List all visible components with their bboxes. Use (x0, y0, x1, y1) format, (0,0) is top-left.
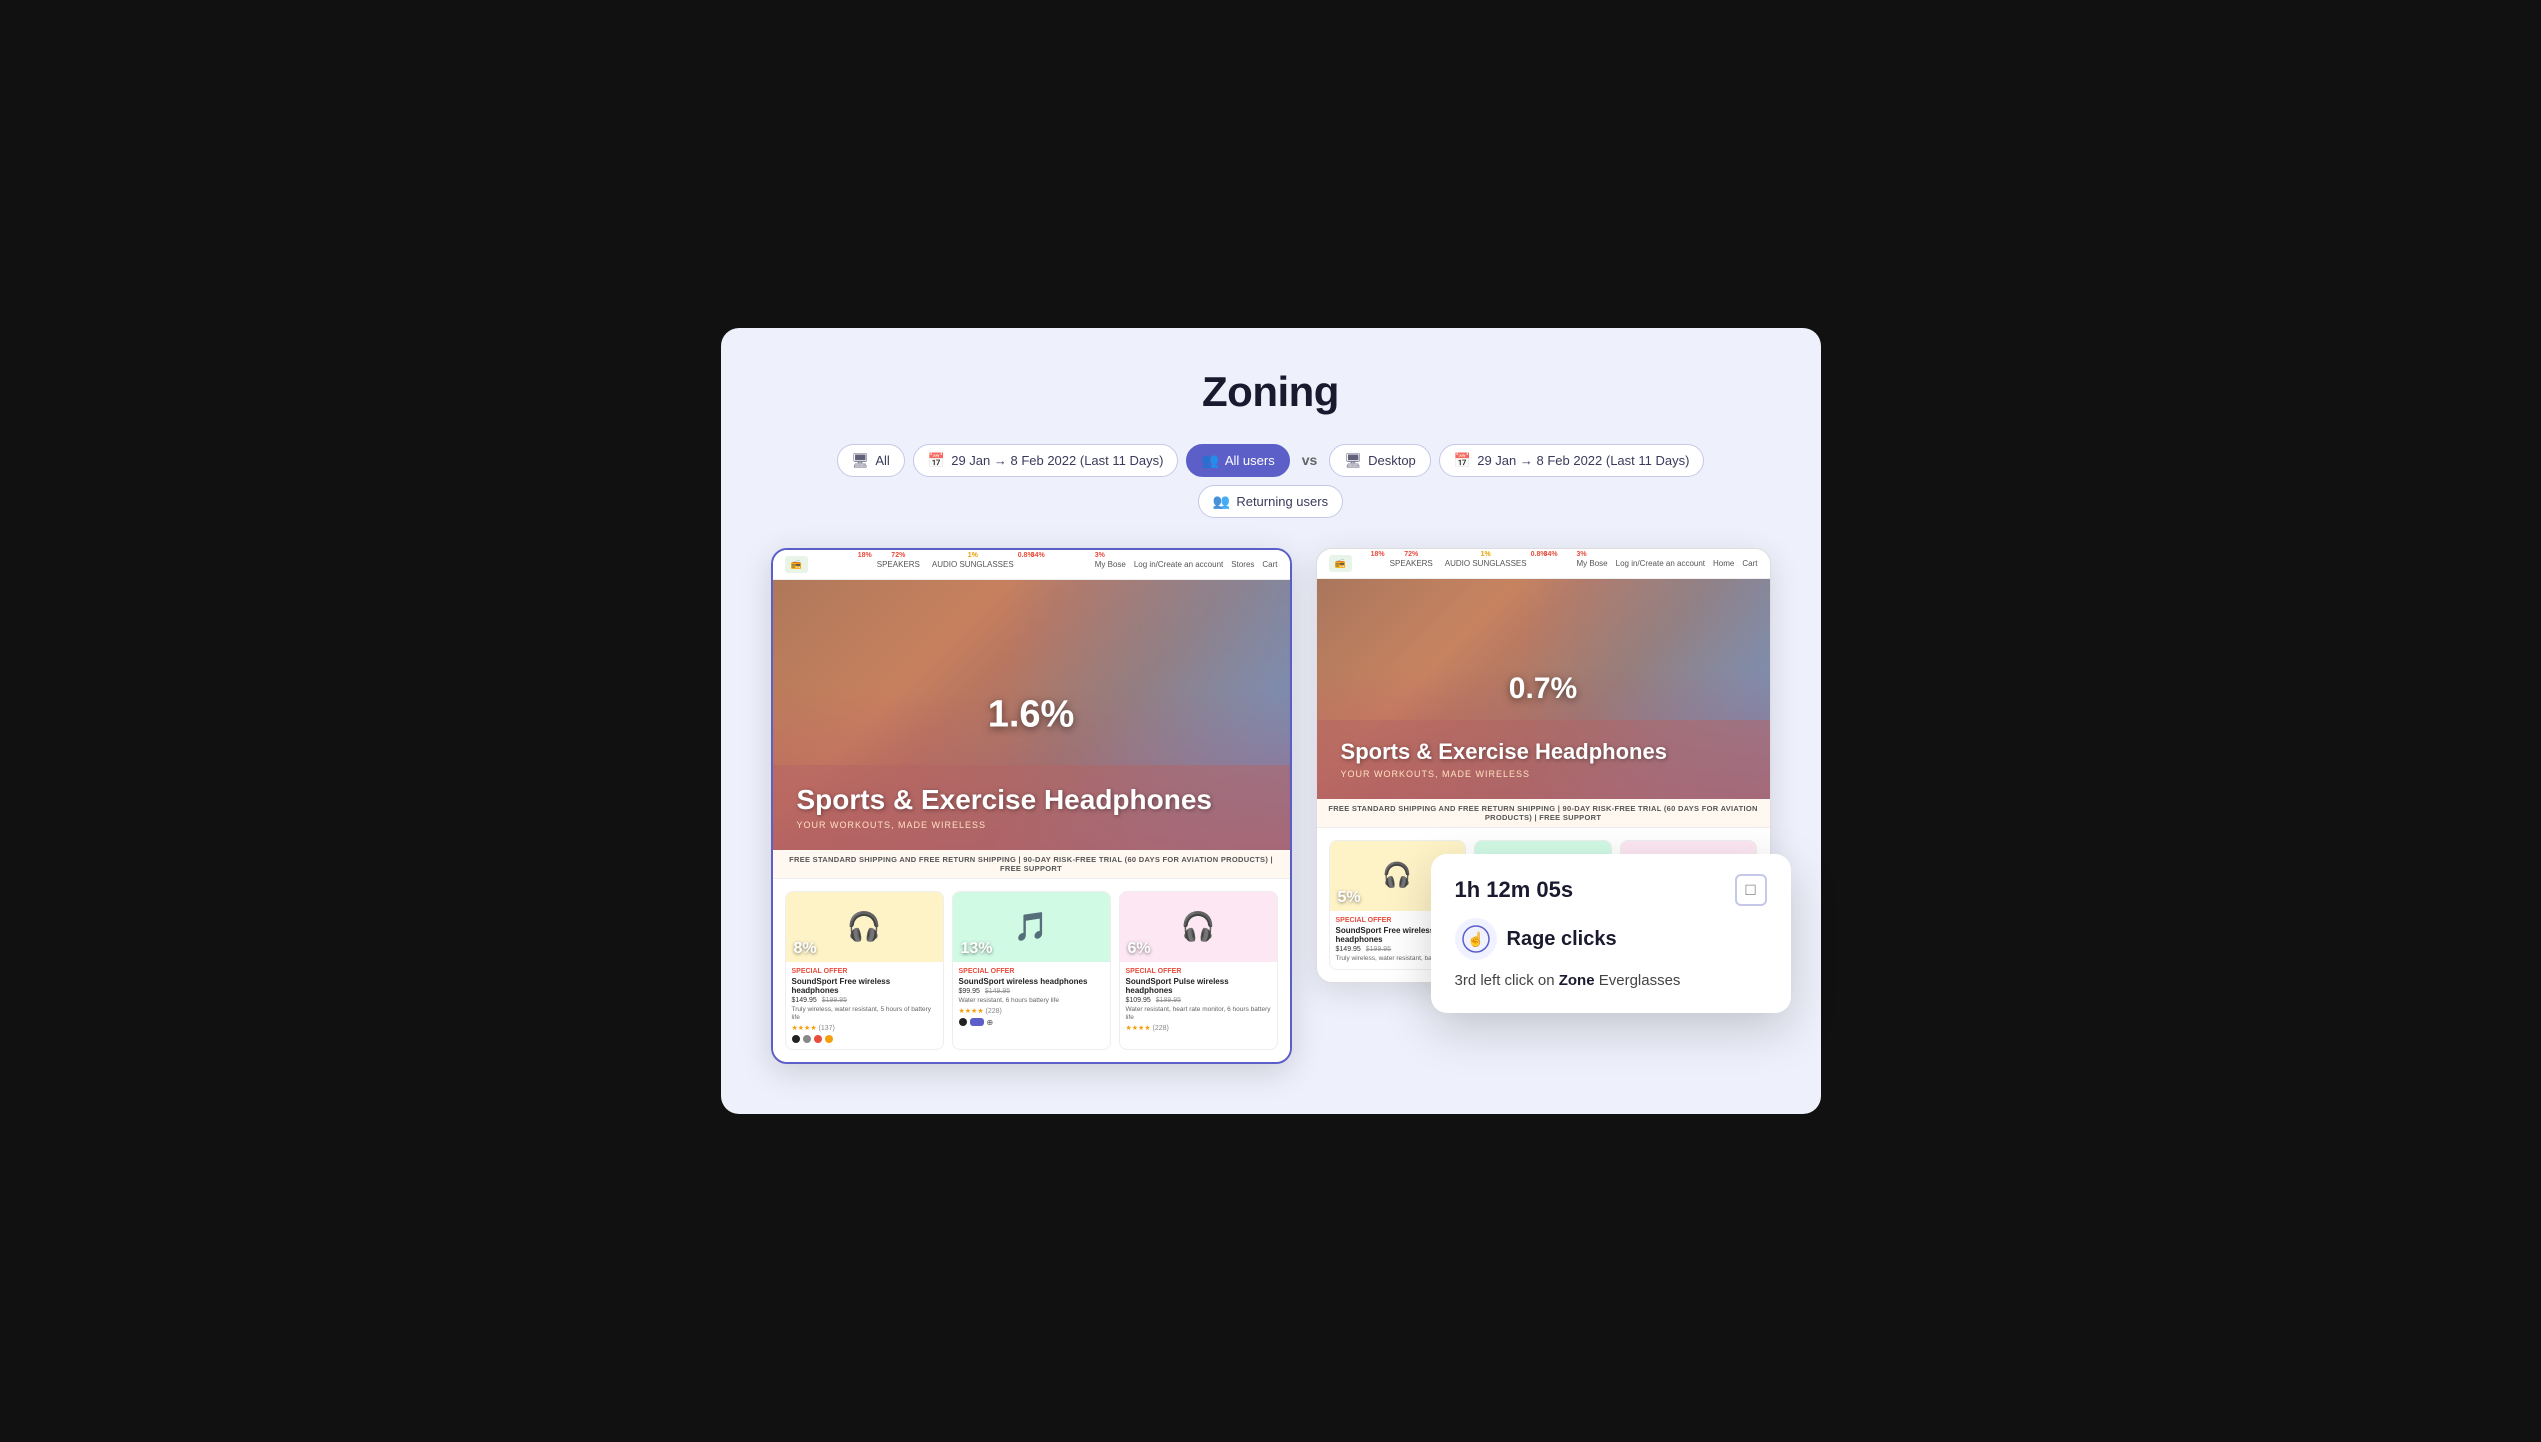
product-pct-3: 6% (1128, 940, 1151, 958)
vs-separator: vs (1298, 452, 1322, 468)
tooltip-rage-row: ☝ Rage clicks (1455, 918, 1767, 960)
tooltip-rage-title: Rage clicks (1507, 928, 1617, 951)
monitor-icon: 🖥 (852, 452, 870, 469)
site-logo-right: 📻 (1329, 555, 1352, 572)
svg-text:☝: ☝ (1467, 930, 1484, 948)
filter-pill-desktop[interactable]: 🖥 Desktop (1329, 444, 1430, 477)
product-img-1: 🎧 8% (786, 892, 943, 962)
hero-subtitle-left: YOUR WORKOUTS, MADE WIRELESS (797, 820, 1266, 830)
product-info-1: SPECIAL OFFER SoundSport Free wireless h… (786, 962, 943, 1050)
filter-bar: 🖥 All 📅 29 Jan → 8 Feb 2022 (Last 11 Day… (771, 444, 1771, 518)
filter-pill-all[interactable]: 🖥 All (837, 444, 905, 477)
shipping-bar-right: FREE STANDARD SHIPPING AND FREE RETURN S… (1317, 799, 1770, 828)
site-header-left: 📻 18% 72% SPEAKERS 1% AUDIO SUNGLASSES (773, 550, 1290, 580)
hero-title-left: Sports & Exercise Headphones (797, 785, 1266, 816)
filter-pill-returning-users[interactable]: 👥 Returning users (1198, 485, 1343, 518)
nav-item-3: 1% AUDIO SUNGLASSES (932, 560, 1014, 569)
site-logo-left: 📻 (785, 556, 808, 573)
page-title: Zoning (771, 368, 1771, 416)
nav-item-2: 72% SPEAKERS (877, 560, 920, 569)
product-pct-1: 8% (794, 940, 817, 958)
product-card-3: 🎧 6% SPECIAL OFFER SoundSport Pulse wire… (1119, 891, 1278, 1051)
product-img-2: 🎵 13% (953, 892, 1110, 962)
shipping-bar-left: FREE STANDARD SHIPPING AND FREE RETURN S… (773, 850, 1290, 879)
hero-pct-left: 1.6% (988, 693, 1075, 736)
returning-users-icon: 👥 (1213, 493, 1230, 510)
site-header-right: 📻 18% 72% SPEAKERS 1% AUDIO SUNGLASSES (1317, 549, 1770, 579)
site-actions-right: 3% My Bose Log in/Create an account Home… (1577, 559, 1758, 568)
filter-pill-date-right[interactable]: 📅 29 Jan → 8 Feb 2022 (Last 11 Days) (1439, 444, 1705, 477)
tooltip-time: 1h 12m 05s (1455, 877, 1574, 903)
users-icon-left: 👥 (1201, 452, 1218, 469)
calendar-icon-right: 📅 (1454, 452, 1471, 469)
rage-icon-svg: ☝ (1462, 925, 1490, 953)
right-screen-wrapper: 📻 18% 72% SPEAKERS 1% AUDIO SUNGLASSES (1316, 548, 1771, 983)
tooltip-card: 1h 12m 05s ☐ ☝ Rage clicks (1431, 854, 1791, 1013)
nav-item-r3: 1% AUDIO SUNGLASSES (1445, 559, 1527, 568)
main-container: Zoning 🖥 All 📅 29 Jan → 8 Feb 2022 (Last… (721, 328, 1821, 1115)
product-pct-r1: 5% (1338, 889, 1361, 907)
product-info-3: SPECIAL OFFER SoundSport Pulse wireless … (1120, 962, 1277, 1039)
nav-item-r2: 72% SPEAKERS (1390, 559, 1433, 568)
product-card-1: 🎧 8% SPECIAL OFFER SoundSport Free wirel… (785, 891, 944, 1051)
rage-click-icon: ☝ (1455, 918, 1497, 960)
product-card-2: 🎵 13% SPECIAL OFFER SoundSport wireless … (952, 891, 1111, 1051)
calendar-icon-left: 📅 (928, 452, 945, 469)
hero-left: 1.6% Sports & Exercise Headphones YOUR W… (773, 580, 1290, 850)
site-nav-left: 18% 72% SPEAKERS 1% AUDIO SUNGLASSES 0.8… (865, 560, 1038, 569)
product-pct-2: 13% (961, 940, 993, 958)
tooltip-icon-box: ☐ (1735, 874, 1767, 906)
hero-right: 0.7% Sports & Exercise Headphones YOUR W… (1317, 579, 1770, 799)
hero-text-left: Sports & Exercise Headphones YOUR WORKOU… (773, 765, 1290, 850)
tooltip-description: 3rd left click on Zone Everglasses (1455, 970, 1767, 991)
hero-pct-right: 0.7% (1509, 672, 1577, 706)
products-row-left: 🎧 8% SPECIAL OFFER SoundSport Free wirel… (773, 879, 1290, 1063)
checkbox-icon: ☐ (1744, 882, 1757, 899)
hero-subtitle-right: YOUR WORKOUTS, MADE WIRELESS (1341, 769, 1746, 779)
site-nav-right: 18% 72% SPEAKERS 1% AUDIO SUNGLASSES (1378, 559, 1551, 568)
desktop-icon: 🖥 (1344, 452, 1362, 469)
tooltip-header: 1h 12m 05s ☐ (1455, 874, 1767, 906)
screens-row: 📻 18% 72% SPEAKERS 1% AUDIO SUNGLASSES (771, 548, 1771, 1065)
hero-title-right: Sports & Exercise Headphones (1341, 740, 1746, 764)
hero-text-right: Sports & Exercise Headphones YOUR WORKOU… (1317, 720, 1770, 798)
product-img-3: 🎧 6% (1120, 892, 1277, 962)
site-actions-left: 3% My Bose Log in/Create an account Stor… (1095, 560, 1278, 569)
filter-pill-date-left[interactable]: 📅 29 Jan → 8 Feb 2022 (Last 11 Days) (913, 444, 1179, 477)
screen-left: 📻 18% 72% SPEAKERS 1% AUDIO SUNGLASSES (771, 548, 1292, 1065)
product-info-2: SPECIAL OFFER SoundSport wireless headph… (953, 962, 1110, 1033)
filter-pill-users-left[interactable]: 👥 All users (1186, 444, 1289, 477)
